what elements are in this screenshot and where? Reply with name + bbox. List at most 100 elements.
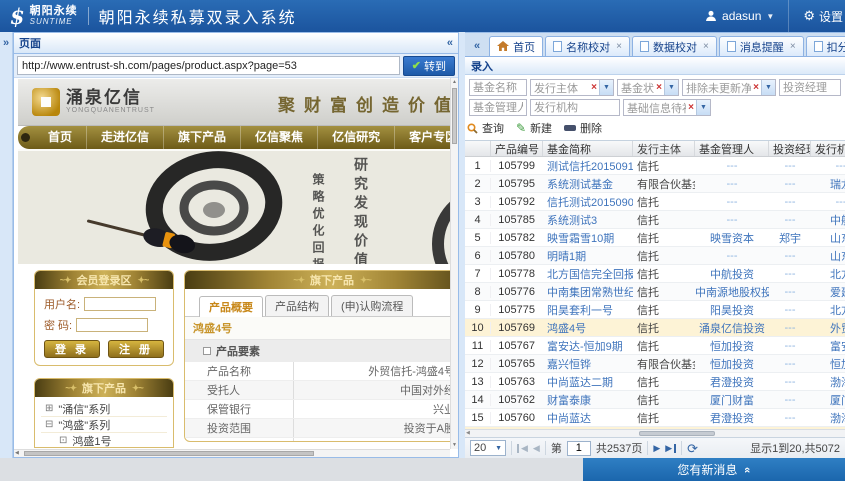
cell-manager-link[interactable]: 中航投资 — [695, 266, 769, 282]
scroll-left-icon[interactable]: ◀ — [465, 430, 470, 436]
cell-pm-link[interactable]: --- — [769, 286, 811, 298]
cell-org-link[interactable]: 渤海 — [811, 374, 845, 390]
chevron-down-icon[interactable]: ▼ — [664, 80, 678, 95]
cell-manager-link[interactable]: --- — [695, 250, 769, 262]
cell-fund-name-link[interactable]: 富安达-恒加9期 — [543, 338, 633, 354]
chevron-down-icon[interactable]: ▼ — [599, 80, 613, 95]
close-icon[interactable]: × — [790, 41, 796, 52]
next-page-button[interactable]: ▶ — [653, 444, 660, 453]
webpage-vertical-scrollbar[interactable]: ▲ ▼ — [450, 78, 458, 449]
new-message-bar[interactable]: 您有新消息 « — [583, 458, 845, 481]
scroll-up-icon[interactable]: ▲ — [451, 78, 458, 86]
prev-page-button[interactable]: ◀ — [533, 444, 540, 453]
cell-fund-name-link[interactable]: 明晴1期 — [543, 248, 633, 264]
tree-expander-icon[interactable]: ⊞ — [45, 403, 53, 414]
new-button[interactable]: ✎ 新建 — [516, 120, 552, 136]
filter-input[interactable] — [469, 79, 527, 96]
product-tab[interactable]: 产品结构 — [265, 295, 329, 316]
table-row[interactable]: 6105780明晴1期信托------山东 — [465, 247, 845, 265]
cell-manager-link[interactable]: 厦门财富 — [695, 392, 769, 408]
collapse-left-icon[interactable]: « — [447, 37, 453, 49]
tab-消息提醒[interactable]: 消息提醒× — [719, 36, 804, 56]
cell-pm-link[interactable]: --- — [769, 250, 811, 262]
cell-manager-link[interactable]: --- — [695, 196, 769, 208]
first-page-button[interactable]: ◀ — [517, 444, 528, 453]
table-row[interactable]: 2105795系统测试基金有限合伙基金------瑞龙 — [465, 175, 845, 193]
cell-pm-link[interactable]: --- — [769, 196, 811, 208]
cell-fund-name-link[interactable]: 中尚蓝达 — [543, 410, 633, 426]
pager-refresh-icon[interactable]: ⟳ — [687, 442, 698, 455]
delete-button[interactable]: 删除 — [564, 120, 602, 136]
west-expander[interactable]: » — [0, 32, 13, 458]
cell-pm-link[interactable]: --- — [769, 214, 811, 226]
webpage-horizontal-scrollbar[interactable]: ◀ — [14, 449, 450, 457]
clear-icon[interactable]: × — [751, 82, 761, 93]
register-button[interactable]: 注 册 — [108, 340, 164, 358]
login-button[interactable]: 登 录 — [44, 340, 100, 358]
cell-org-link[interactable]: 恒加 — [811, 356, 845, 372]
cell-fund-name-link[interactable]: 中尚蓝达二期 — [543, 374, 633, 390]
table-row[interactable]: 9105775阳昊套利一号信托阳昊投资---北方 — [465, 301, 845, 319]
cell-org-link[interactable]: 富安 — [811, 338, 845, 354]
cell-fund-name-link[interactable]: 测试信托20150910 — [543, 158, 633, 174]
cell-org-link[interactable]: 山东 — [811, 230, 845, 246]
table-row[interactable]: 8105776中南集团常熟世纪碑城信托中南源地股权投资---爱建 — [465, 283, 845, 301]
cell-org-link[interactable]: 北方 — [811, 302, 845, 318]
cell-org-link[interactable]: 瑞龙 — [811, 176, 845, 192]
tree-item[interactable]: ⊟"鸿盛"系列 — [41, 417, 167, 433]
table-row[interactable]: 4105785系统测试3信托------中航 — [465, 211, 845, 229]
cell-fund-name-link[interactable]: 信托测试20150909 — [543, 194, 633, 210]
table-row[interactable]: 13105763中尚蓝达二期信托君澄投资---渤海 — [465, 373, 845, 391]
cell-fund-name-link[interactable]: 财富泰康 — [543, 392, 633, 408]
cell-org-link[interactable]: 山东 — [811, 248, 845, 264]
cell-pm-link[interactable]: --- — [769, 304, 811, 316]
collapse-west-icon[interactable]: « — [467, 40, 487, 52]
go-button[interactable]: ✔ 转到 — [403, 56, 455, 76]
chevron-down-icon[interactable]: ▼ — [761, 80, 775, 95]
tree-expander-icon[interactable]: ⊟ — [45, 419, 53, 430]
table-row[interactable]: 1105799测试信托20150910信托--------- — [465, 157, 845, 175]
tree-expander-icon[interactable]: ⊡ — [59, 435, 67, 446]
cell-pm-link[interactable]: --- — [769, 340, 811, 352]
clear-icon[interactable]: × — [654, 82, 664, 93]
clear-icon[interactable]: × — [686, 102, 696, 113]
tree-item[interactable]: ⊡鸿盛1号 — [41, 433, 167, 448]
cell-manager-link[interactable]: 恒加投资 — [695, 338, 769, 354]
table-row[interactable]: 14105762财富泰康信托厦门财富---厦门 — [465, 391, 845, 409]
cell-manager-link[interactable]: 阳昊投资 — [695, 302, 769, 318]
scrollbar-thumb[interactable] — [452, 88, 457, 144]
cell-pm-link[interactable]: --- — [769, 322, 811, 334]
filter-combo[interactable]: 发行主体×▼ — [530, 79, 614, 96]
column-header-code[interactable]: 产品编号▼ — [491, 141, 543, 156]
cell-manager-link[interactable]: --- — [695, 178, 769, 190]
table-row[interactable]: 10105769鸿盛4号信托涌泉亿信投资---外贸 — [465, 319, 845, 337]
cell-pm-link[interactable]: --- — [769, 358, 811, 370]
cell-pm-link[interactable]: --- — [769, 160, 811, 172]
filter-combo[interactable]: 排除未更新净值基金×▼ — [682, 79, 776, 96]
tree-item[interactable]: ⊞"涌信"系列 — [41, 401, 167, 417]
cell-manager-link[interactable]: --- — [695, 214, 769, 226]
table-row[interactable]: 11105767富安达-恒加9期信托恒加投资---富安 — [465, 337, 845, 355]
cell-manager-link[interactable]: 君澄投资 — [695, 374, 769, 390]
page-number-input[interactable] — [567, 441, 591, 456]
cell-fund-name-link[interactable]: 北方国信完全回报 — [543, 266, 633, 282]
product-tab[interactable]: 产品概要 — [199, 296, 263, 317]
cell-manager-link[interactable]: 映雪资本 — [695, 230, 769, 246]
cell-org-link[interactable]: 爱建 — [811, 284, 845, 300]
query-button[interactable]: 查询 — [467, 120, 504, 136]
column-header-name[interactable]: 基金简称 — [543, 141, 633, 156]
close-icon[interactable]: × — [703, 41, 709, 52]
site-nav-item[interactable]: 亿信研究 — [318, 126, 395, 149]
tab-数据校对[interactable]: 数据校对× — [632, 36, 717, 56]
filter-input[interactable] — [779, 79, 841, 96]
site-nav-item[interactable]: 首页 — [34, 126, 87, 149]
table-row[interactable]: 15105760中尚蓝达信托君澄投资---渤海 — [465, 409, 845, 427]
cell-pm-link[interactable]: --- — [769, 394, 811, 406]
scroll-left-icon[interactable]: ◀ — [14, 450, 19, 456]
cell-pm-link[interactable]: --- — [769, 412, 811, 424]
cell-fund-name-link[interactable]: 中南集团常熟世纪碑城 — [543, 284, 633, 300]
site-nav-item[interactable]: 客户专区 — [395, 126, 458, 149]
checkbox-icon[interactable] — [203, 347, 211, 355]
cell-manager-link[interactable]: 中南源地股权投资 — [695, 284, 769, 300]
site-nav-item[interactable]: 走进亿信 — [87, 126, 164, 149]
